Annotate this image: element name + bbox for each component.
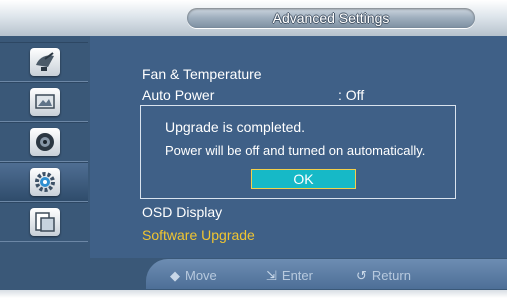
- menu-item-software-upgrade[interactable]: Software Upgrade: [142, 227, 255, 243]
- footer-hints: ◆ Move ⇲ Enter ↺ Return: [146, 259, 507, 289]
- return-hint: ↺ Return: [356, 268, 411, 284]
- menu-item-osd-display[interactable]: OSD Display: [142, 204, 222, 220]
- move-hint: ◆ Move: [170, 268, 217, 284]
- picture-icon: [30, 88, 60, 116]
- move-icon: ◆: [170, 268, 180, 283]
- return-label: Return: [371, 268, 411, 283]
- menu-item-auto-power[interactable]: Auto Power: [142, 87, 214, 103]
- dialog-detail: Power will be off and turned on automati…: [165, 143, 426, 158]
- sidebar-item-channel[interactable]: [0, 42, 88, 82]
- osd-window: Advanced Settings Fan & Temperature Auto…: [0, 0, 507, 290]
- satellite-dish-icon: [30, 48, 60, 76]
- sidebar-item-picture[interactable]: [0, 82, 88, 122]
- sidebar-item-multi-control[interactable]: [0, 202, 88, 242]
- enter-icon: ⇲: [266, 268, 277, 283]
- move-label: Move: [185, 268, 217, 283]
- auto-power-value: : Off: [338, 87, 365, 103]
- title-bar: Advanced Settings: [0, 0, 507, 36]
- ok-button[interactable]: OK: [251, 169, 356, 189]
- page-title: Advanced Settings: [187, 8, 475, 28]
- multi-screen-icon: [30, 208, 60, 236]
- sidebar-item-sound[interactable]: [0, 122, 88, 162]
- footer-bar: ◆ Move ⇲ Enter ↺ Return: [0, 258, 507, 290]
- enter-hint: ⇲ Enter: [266, 268, 313, 284]
- bottom-edge: [0, 290, 507, 298]
- sidebar-item-setup[interactable]: [0, 162, 88, 202]
- speaker-icon: [30, 128, 60, 156]
- enter-label: Enter: [281, 268, 313, 283]
- return-icon: ↺: [356, 268, 367, 283]
- sidebar: [0, 36, 90, 258]
- menu-item-fan-temperature[interactable]: Fan & Temperature: [142, 66, 262, 82]
- gear-icon: [30, 168, 60, 196]
- dialog-message: Upgrade is completed.: [165, 119, 306, 135]
- upgrade-complete-dialog: Upgrade is completed. Power will be off …: [140, 105, 456, 199]
